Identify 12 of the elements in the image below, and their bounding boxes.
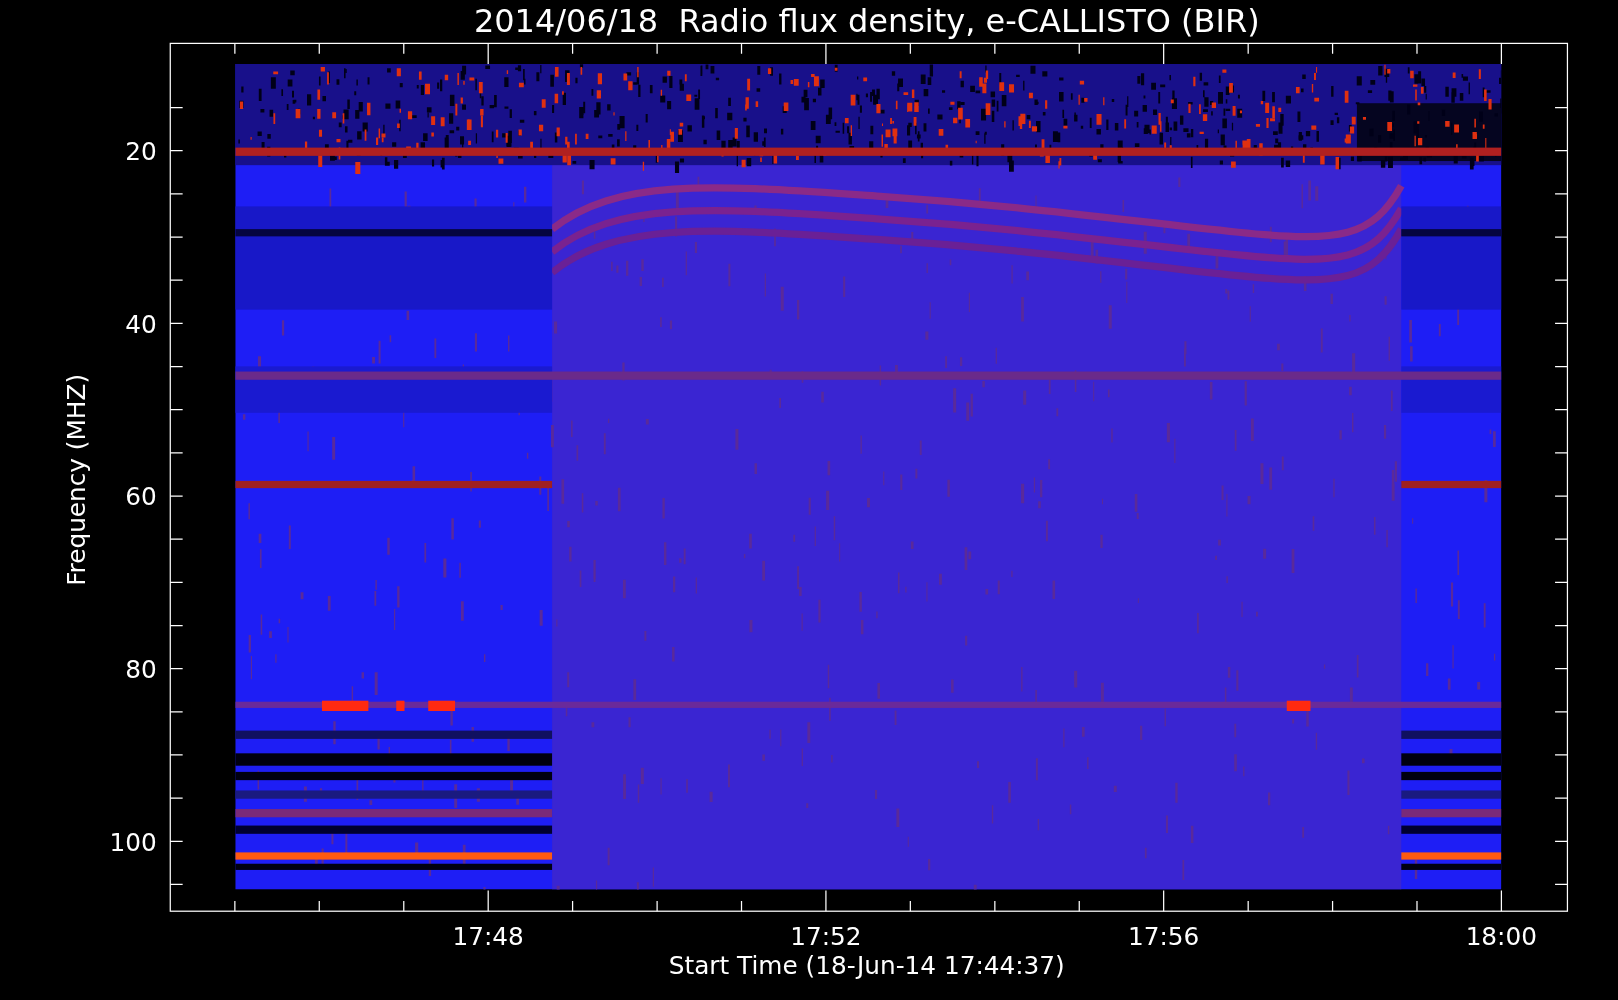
axis-tick-label: 100 [109, 827, 157, 857]
axis-label: Start Time (18-Jun-14 17:44:37) [668, 951, 1065, 981]
axis-tick-label: 17:52 [790, 922, 862, 952]
axis-tick-label: 40 [125, 309, 157, 339]
axis-tick-label: 80 [125, 654, 157, 684]
axis-tick-label: 60 [125, 482, 157, 512]
axis-tick-label: 17:48 [452, 922, 524, 952]
axis-tick-label: 20 [125, 137, 157, 166]
axis-tick-label: 18:00 [1465, 922, 1537, 952]
axis-label: Frequency (MHZ) [61, 373, 91, 586]
chart-title: 2014/06/18 Radio flux density, e-CALLISTO (BIR) [473, 2, 1260, 41]
axis-tick-label: 17:56 [1127, 922, 1200, 952]
